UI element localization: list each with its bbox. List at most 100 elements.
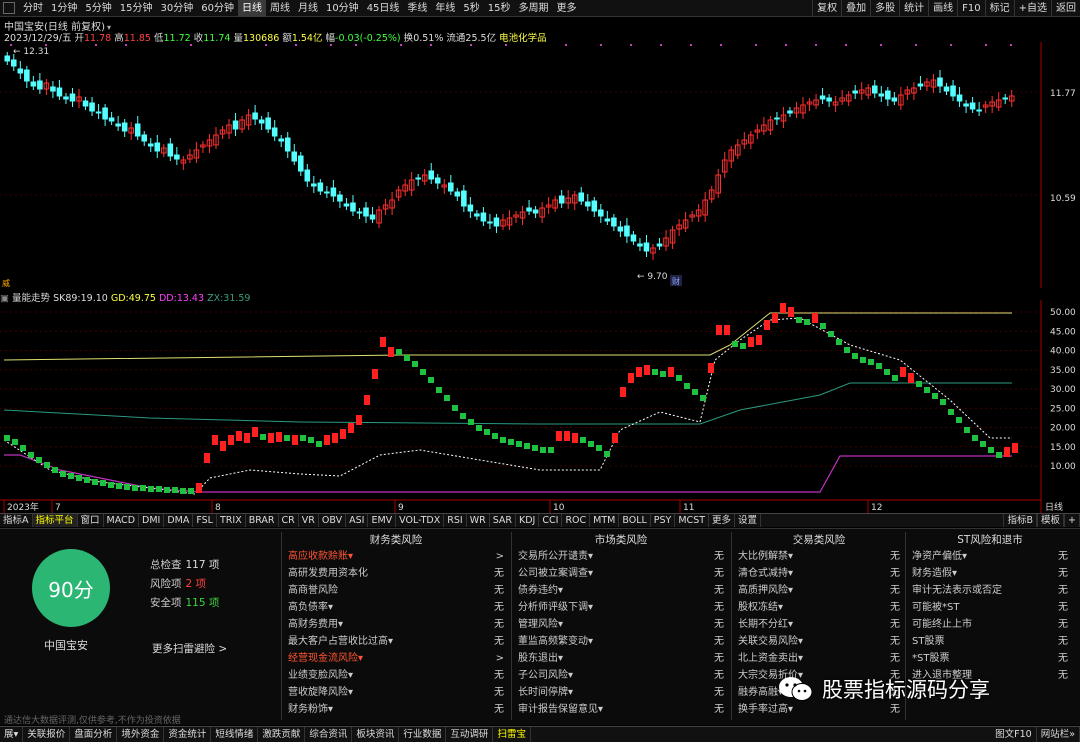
indicator-tab-6[interactable]: FSL — [193, 514, 217, 527]
period-2[interactable]: 5分钟 — [81, 0, 115, 17]
indicator-tab-9[interactable]: CR — [279, 514, 299, 527]
risk-item[interactable]: 净资产偏低▾ 无 — [908, 548, 1072, 565]
bottom-tab-8[interactable]: 板块资讯 — [352, 727, 400, 742]
bottom-tab-3[interactable]: 境外资金 — [117, 727, 165, 742]
period-7[interactable]: 周线 — [266, 0, 294, 17]
indicator-tab-13[interactable]: EMV — [368, 514, 397, 527]
risk-item[interactable]: 可能终止上市 无 — [908, 616, 1072, 633]
risk-item[interactable]: 管理风险▾ 无 — [514, 616, 728, 633]
chart-action-3[interactable]: 统计 — [899, 0, 928, 17]
risk-item[interactable]: 交易所公开谴责▾ 无 — [514, 548, 728, 565]
bottom-right-1[interactable]: 网站栏» — [1037, 727, 1080, 742]
chart-action-2[interactable]: 多股 — [870, 0, 899, 17]
risk-item[interactable]: ST股票 无 — [908, 633, 1072, 650]
candlestick-chart[interactable]: 11.77 10.59 ← 12.31 ← 9.70 财 威 — [0, 42, 1080, 288]
indicator-tab-26[interactable]: 设置 — [735, 514, 762, 527]
indicator-tab-20[interactable]: ROC — [562, 514, 591, 527]
period-16[interactable]: 更多 — [553, 0, 581, 17]
indicator-tab-24[interactable]: MCST — [675, 514, 710, 527]
bottom-tab-10[interactable]: 互动调研 — [446, 727, 494, 742]
indicator-tab-21[interactable]: MTM — [590, 514, 620, 527]
indicator-tab-1[interactable]: 指标平台 — [32, 514, 78, 527]
bottom-tab-11[interactable]: 扫雷宝 — [493, 727, 531, 742]
chart-action-4[interactable]: 画线 — [928, 0, 957, 17]
period-11[interactable]: 季线 — [403, 0, 431, 17]
risk-item[interactable]: 分析师评级下调▾ 无 — [514, 599, 728, 616]
period-12[interactable]: 年线 — [431, 0, 459, 17]
period-1[interactable]: 1分钟 — [47, 0, 81, 17]
risk-item[interactable]: 关联交易风险▾ 无 — [734, 633, 904, 650]
risk-item[interactable]: 北上资金卖出▾ 无 — [734, 650, 904, 667]
indicator-tab-0[interactable]: 指标A — [0, 514, 33, 527]
period-4[interactable]: 30分钟 — [156, 0, 197, 17]
bottom-tab-7[interactable]: 综合资讯 — [305, 727, 353, 742]
indicator-tab-2[interactable]: 窗口 — [78, 514, 104, 527]
indicator-tab-17[interactable]: SAR — [490, 514, 517, 527]
indicator-tab-5[interactable]: DMA — [164, 514, 194, 527]
period-14[interactable]: 15秒 — [484, 0, 515, 17]
indicator-tab-8[interactable]: BRAR — [246, 514, 279, 527]
period-8[interactable]: 月线 — [294, 0, 322, 17]
risk-item[interactable]: 经营现金流风险▾ > — [284, 650, 508, 667]
indicator-tab-19[interactable]: CCI — [539, 514, 563, 527]
risk-item[interactable]: *ST股票 无 — [908, 650, 1072, 667]
indicator-tab-22[interactable]: BOLL — [619, 514, 651, 527]
risk-item[interactable]: 审计报告保留意见▾ 无 — [514, 701, 728, 718]
risk-item[interactable]: 公司被立案调查▾ 无 — [514, 565, 728, 582]
risk-item[interactable]: 高应收款赊账▾ > — [284, 548, 508, 565]
chart-action-0[interactable]: 复权 — [812, 0, 841, 17]
indicator-tab-10[interactable]: VR — [299, 514, 319, 527]
period-5[interactable]: 60分钟 — [197, 0, 238, 17]
period-6[interactable]: 日线 — [237, 0, 266, 17]
risk-item[interactable]: 业绩变脸风险▾ 无 — [284, 667, 508, 684]
risk-item[interactable]: 高质押风险▾ 无 — [734, 582, 904, 599]
period-3[interactable]: 15分钟 — [116, 0, 157, 17]
indicator-chart[interactable]: 50.00 45.00 40.00 35.00 30.00 25.00 20.00 15.00… — [0, 300, 1080, 513]
risk-item[interactable]: 最大客户占营收比过高▾ 无 — [284, 633, 508, 650]
chart-action-6[interactable]: 标记 — [984, 0, 1014, 17]
risk-item[interactable]: 董监高频繁变动▾ 无 — [514, 633, 728, 650]
bottom-tab-0[interactable]: 展▾ — [0, 727, 24, 742]
risk-item[interactable]: 清仓式减持▾ 无 — [734, 565, 904, 582]
indicator-tab-right-1[interactable]: 模板 — [1037, 514, 1065, 527]
risk-item[interactable]: 高负债率▾ 无 — [284, 599, 508, 616]
risk-item[interactable]: 股东退出▾ 无 — [514, 650, 728, 667]
chart-action-7[interactable]: +自选 — [1013, 0, 1051, 17]
more-scan-link[interactable]: 更多扫雷避险 > — [152, 641, 227, 656]
indicator-tab-11[interactable]: OBV — [319, 514, 347, 527]
risk-item[interactable]: 高商誉风险 无 — [284, 582, 508, 599]
indicator-tab-7[interactable]: TRIX — [217, 514, 246, 527]
indicator-tab-16[interactable]: WR — [467, 514, 490, 527]
bottom-tab-5[interactable]: 短线情绪 — [211, 727, 259, 742]
risk-item[interactable]: 债券违约▾ 无 — [514, 582, 728, 599]
risk-item[interactable]: 长期不分红▾ 无 — [734, 616, 904, 633]
risk-item[interactable]: 审计无法表示或否定 无 — [908, 582, 1072, 599]
period-9[interactable]: 10分钟 — [322, 0, 363, 17]
risk-item[interactable]: 子公司风险▾ 无 — [514, 667, 728, 684]
risk-item[interactable]: 财务粉饰▾ 无 — [284, 701, 508, 718]
indicator-tab-15[interactable]: RSI — [444, 514, 467, 527]
bottom-tab-1[interactable]: 关联报价 — [23, 727, 71, 742]
period-15[interactable]: 多周期 — [515, 0, 553, 17]
risk-item[interactable]: 高财务费用▾ 无 — [284, 616, 508, 633]
chart-action-8[interactable]: 返回 — [1051, 0, 1080, 17]
risk-item[interactable]: 营收旋降风险▾ 无 — [284, 684, 508, 701]
bottom-tab-9[interactable]: 行业数据 — [399, 727, 447, 742]
risk-item[interactable]: 可能被*ST 无 — [908, 599, 1072, 616]
chart-action-1[interactable]: 叠加 — [841, 0, 870, 17]
period-10[interactable]: 45日线 — [363, 0, 404, 17]
indicator-tab-12[interactable]: ASI — [346, 514, 369, 527]
indicator-tab-23[interactable]: PSY — [651, 514, 676, 527]
period-13[interactable]: 5秒 — [459, 0, 483, 17]
indicator-tab-right-2[interactable]: + — [1064, 514, 1080, 527]
indicator-tab-3[interactable]: MACD — [104, 514, 140, 527]
risk-item[interactable]: 高研发费用资本化 无 — [284, 565, 508, 582]
risk-item[interactable]: 长时间停牌▾ 无 — [514, 684, 728, 701]
bottom-tab-2[interactable]: 盘面分析 — [70, 727, 118, 742]
chart-action-5[interactable]: F10 — [957, 0, 984, 17]
risk-item[interactable]: 财务造假▾ 无 — [908, 565, 1072, 582]
bottom-tab-4[interactable]: 资金统计 — [164, 727, 212, 742]
bottom-tab-6[interactable]: 激跌贡献 — [258, 727, 306, 742]
indicator-tab-25[interactable]: 更多 — [709, 514, 736, 527]
indicator-tab-right-0[interactable]: 指标B — [1003, 514, 1038, 527]
